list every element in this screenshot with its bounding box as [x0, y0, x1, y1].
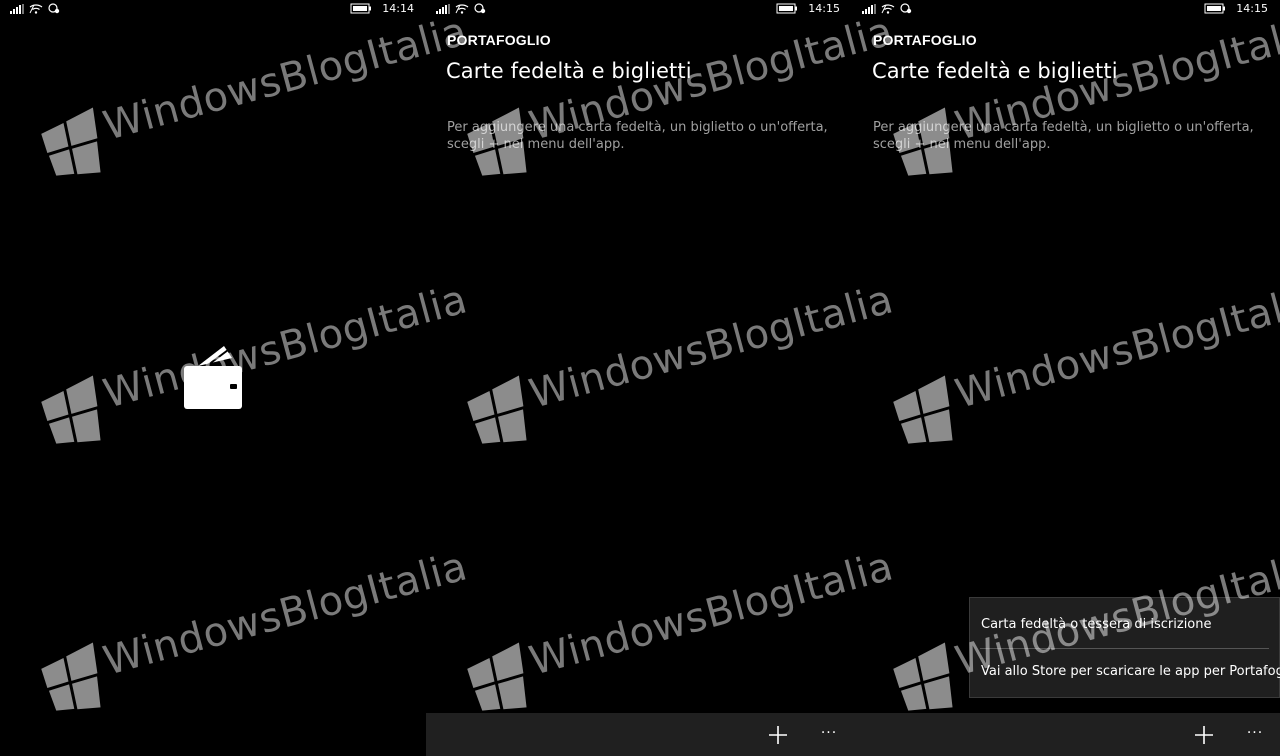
splash-screen: 14:14 [0, 0, 426, 756]
add-menu: Carta fedeltà o tessera di iscrizione Va… [969, 597, 1280, 698]
page-title: Carte fedeltà e biglietti [872, 59, 1118, 83]
app-title: PORTAFOGLIO [447, 32, 551, 48]
menu-divider [980, 648, 1269, 649]
status-time: 14:15 [808, 2, 840, 15]
signal-icon [862, 3, 876, 14]
status-bar: 14:15 [426, 0, 852, 20]
wifi-icon [29, 4, 43, 14]
location-icon [48, 3, 60, 14]
more-icon[interactable]: ··· [818, 724, 840, 744]
location-icon [900, 3, 912, 14]
battery-icon [350, 3, 372, 14]
status-bar: 14:14 [0, 0, 426, 20]
battery-icon [776, 3, 798, 14]
status-time: 14:15 [1236, 2, 1268, 15]
add-icon[interactable] [767, 724, 789, 746]
menu-item-store[interactable]: Vai allo Store per scaricare le app per … [981, 664, 1280, 679]
wallet-icon [184, 346, 242, 409]
signal-icon [436, 3, 450, 14]
status-time: 14:14 [382, 2, 414, 15]
empty-hint: Per aggiungere una carta fedeltà, un big… [447, 120, 828, 152]
signal-icon [10, 3, 24, 14]
app-bar: ··· [426, 713, 852, 756]
menu-item-loyalty-card[interactable]: Carta fedeltà o tessera di iscrizione [981, 617, 1269, 632]
app-title: PORTAFOGLIO [873, 32, 977, 48]
wallet-screen: 14:15 PORTAFOGLIO Carte fedeltà e biglie… [426, 0, 852, 756]
wallet-menu-screen: 14:15 PORTAFOGLIO Carte fedeltà e biglie… [852, 0, 1280, 756]
wifi-icon [881, 4, 895, 14]
battery-icon [1204, 3, 1226, 14]
status-bar: 14:15 [852, 0, 1280, 20]
empty-hint: Per aggiungere una carta fedeltà, un big… [873, 120, 1254, 152]
location-icon [474, 3, 486, 14]
app-bar: ··· [852, 713, 1280, 756]
add-icon[interactable] [1193, 724, 1215, 746]
wifi-icon [455, 4, 469, 14]
page-title: Carte fedeltà e biglietti [446, 59, 692, 83]
more-icon[interactable]: ··· [1244, 724, 1266, 744]
